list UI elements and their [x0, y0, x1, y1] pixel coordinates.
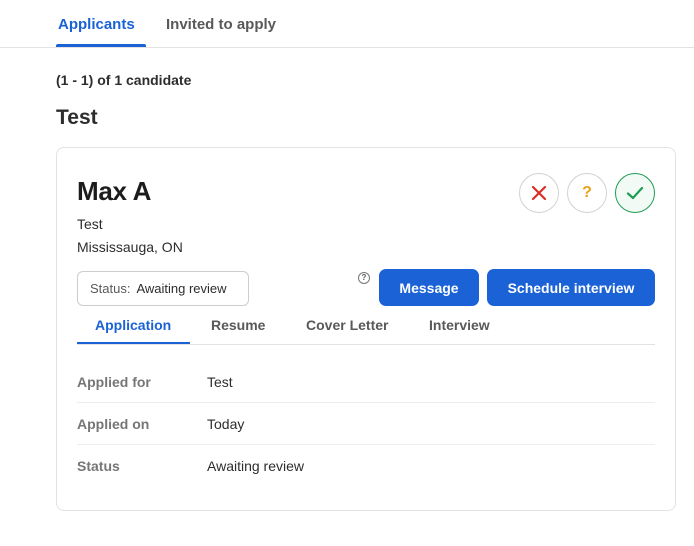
- message-button[interactable]: Message: [379, 269, 479, 306]
- status-dropdown-value: Awaiting review: [136, 281, 227, 296]
- tab-applicants[interactable]: Applicants: [58, 16, 135, 33]
- detail-key: Applied for: [77, 374, 151, 390]
- tab-invited-to-apply[interactable]: Invited to apply: [166, 16, 276, 33]
- shortlist-button[interactable]: [615, 173, 655, 213]
- candidate-job: Test: [77, 216, 103, 232]
- schedule-interview-button[interactable]: Schedule interview: [487, 269, 655, 306]
- detail-row-applied-on: Applied on Today: [77, 403, 655, 445]
- reject-button[interactable]: [519, 173, 559, 213]
- tab-interview[interactable]: Interview: [429, 317, 490, 333]
- maybe-button[interactable]: ?: [567, 173, 607, 213]
- top-tab-bar: Applicants Invited to apply: [0, 0, 694, 48]
- tab-cover-letter[interactable]: Cover Letter: [306, 317, 388, 333]
- candidate-tab-bar: Application Resume Cover Letter Intervie…: [77, 308, 655, 345]
- active-tab-indicator: [77, 342, 190, 344]
- detail-value: Awaiting review: [207, 458, 305, 474]
- candidate-name: Max A: [77, 176, 152, 206]
- candidate-card: Max A Test Mississauga, ON ? Status: Awa…: [56, 147, 676, 511]
- candidate-location: Mississauga, ON: [77, 239, 183, 255]
- x-icon: [531, 185, 547, 201]
- question-icon: ?: [582, 184, 592, 201]
- detail-key: Status: [77, 458, 120, 474]
- active-tab-indicator: [56, 44, 146, 47]
- help-icon[interactable]: ?: [358, 272, 370, 284]
- candidate-count: (1 - 1) of 1 candidate: [56, 72, 192, 88]
- check-icon: [626, 186, 644, 200]
- detail-key: Applied on: [77, 416, 150, 432]
- detail-value: Test: [207, 374, 233, 390]
- job-title-heading: Test: [56, 106, 98, 129]
- tab-application[interactable]: Application: [95, 317, 171, 333]
- detail-value: Today: [207, 416, 245, 432]
- detail-row-status: Status Awaiting review: [77, 445, 655, 487]
- status-dropdown[interactable]: Status: Awaiting review: [77, 271, 249, 306]
- tab-resume[interactable]: Resume: [211, 317, 265, 333]
- detail-row-applied-for: Applied for Test: [77, 361, 655, 403]
- status-dropdown-label: Status:: [90, 281, 131, 296]
